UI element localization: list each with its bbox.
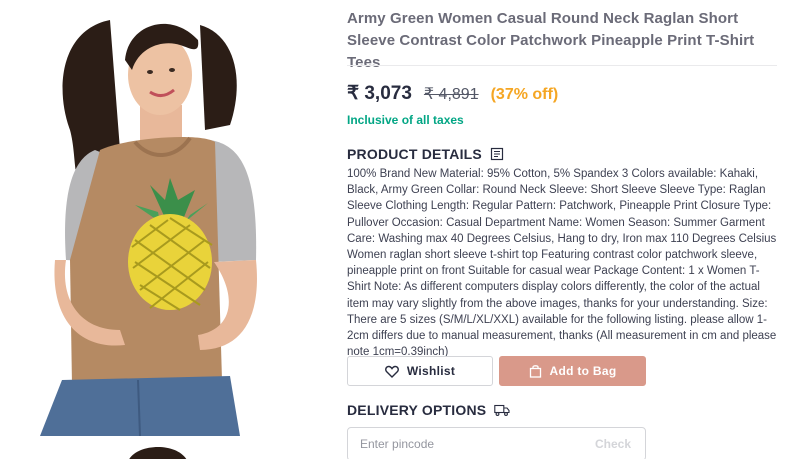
title-divider xyxy=(347,65,777,66)
wishlist-button[interactable]: Wishlist xyxy=(347,356,493,386)
truck-icon xyxy=(494,404,510,416)
add-to-bag-button[interactable]: Add to Bag xyxy=(499,356,646,386)
check-pincode-button[interactable]: Check xyxy=(595,437,631,451)
product-details-heading: PRODUCT DETAILS xyxy=(347,146,504,162)
pincode-input[interactable] xyxy=(360,437,560,451)
mrp-price: ₹ 4,891 xyxy=(423,86,479,103)
add-to-bag-label: Add to Bag xyxy=(549,364,617,378)
product-details-label: PRODUCT DETAILS xyxy=(347,146,482,162)
tax-note: Inclusive of all taxes xyxy=(347,113,464,127)
delivery-options-label: DELIVERY OPTIONS xyxy=(347,402,487,418)
product-gallery xyxy=(0,0,330,459)
product-image[interactable] xyxy=(0,0,330,436)
price-row: ₹ 3,073 ₹ 4,891 (37% off) xyxy=(347,82,558,108)
selling-price: ₹ 3,073 xyxy=(347,83,412,104)
pincode-box: Check xyxy=(347,427,646,459)
document-icon xyxy=(490,147,504,161)
product-description: 100% Brand New Material: 95% Cotton, 5% … xyxy=(347,168,777,359)
delivery-options-heading: DELIVERY OPTIONS xyxy=(347,402,510,418)
bag-icon xyxy=(529,365,541,378)
thumbnail-peek[interactable] xyxy=(118,440,198,459)
discount-badge: (37% off) xyxy=(490,86,559,103)
heart-icon xyxy=(384,365,399,378)
wishlist-label: Wishlist xyxy=(406,364,456,378)
